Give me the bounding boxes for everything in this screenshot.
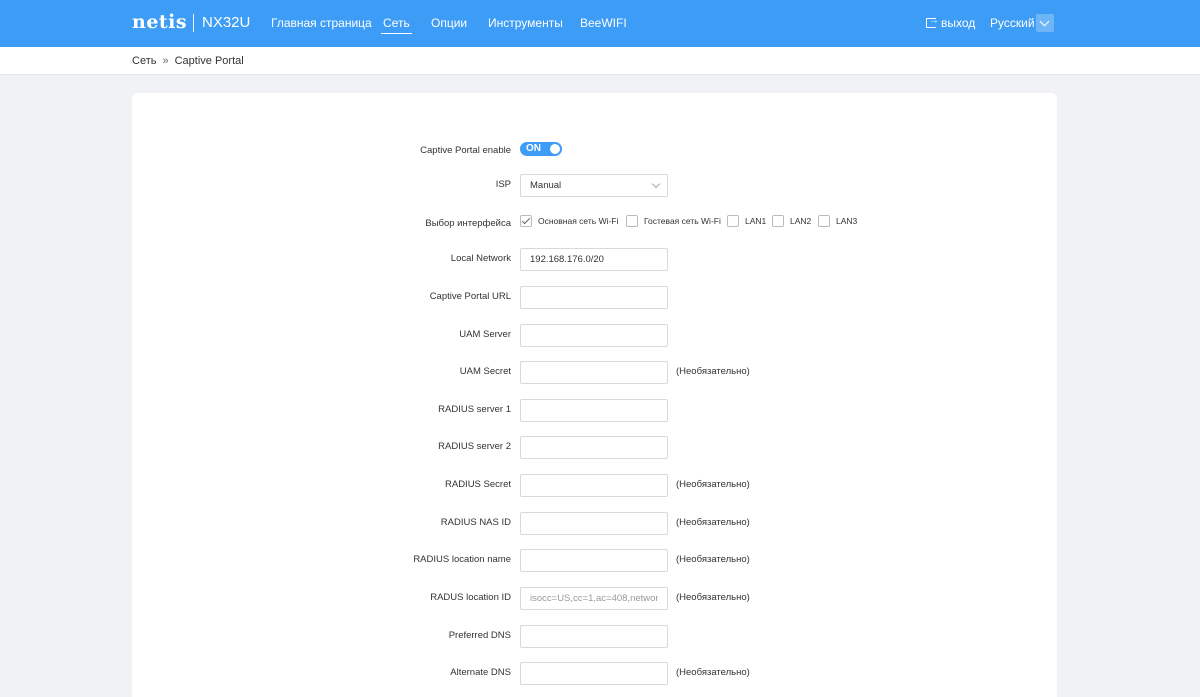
radius-location-name-label: RADIUS location name — [413, 554, 511, 565]
enable-label: Captive Portal enable — [420, 145, 511, 156]
nav-item-network[interactable]: Сеть — [381, 16, 412, 34]
checkbox-lan3-label: LAN3 — [836, 216, 858, 226]
alternate-dns-hint: (Необязательно) — [676, 667, 750, 678]
nav-item-options[interactable]: Опции — [431, 16, 467, 30]
checkbox-lan1-label: LAN1 — [745, 216, 767, 226]
radius-location-id-input[interactable] — [520, 587, 668, 610]
alternate-dns-input[interactable] — [520, 662, 668, 685]
radius-nas-id-hint: (Необязательно) — [676, 517, 750, 528]
radius-server-1-input[interactable] — [520, 399, 668, 422]
nav-item-home[interactable]: Главная страница — [271, 16, 372, 30]
uam-secret-row: UAM Secret (Необязательно) — [132, 361, 1057, 385]
language-select[interactable]: Русский — [990, 16, 1035, 30]
radius-server-1-row: RADIUS server 1 — [132, 399, 1057, 423]
interface-checkboxes: Основная сеть Wi-Fi Гостевая сеть Wi-Fi … — [520, 215, 1020, 231]
breadcrumb-bar: Сеть » Captive Portal — [0, 47, 1200, 75]
checkbox-lan2[interactable]: LAN2 — [772, 215, 811, 227]
radius-server-2-row: RADIUS server 2 — [132, 436, 1057, 460]
checkbox-guest-wifi[interactable]: Гостевая сеть Wi-Fi — [626, 215, 721, 227]
checkbox-lan3[interactable]: LAN3 — [818, 215, 857, 227]
alternate-dns-row: Alternate DNS (Необязательно) — [132, 662, 1057, 686]
logout-button[interactable]: выход — [926, 15, 976, 30]
radius-location-name-input[interactable] — [520, 549, 668, 572]
toggle-state: ON — [526, 143, 541, 154]
captive-portal-form: Captive Portal enable ON ISP Manual Выбо… — [132, 93, 1057, 697]
breadcrumb-separator: » — [162, 55, 169, 67]
radius-secret-row: RADIUS Secret (Необязательно) — [132, 474, 1057, 498]
breadcrumb-section[interactable]: Сеть — [132, 55, 156, 67]
uam-secret-input[interactable] — [520, 361, 668, 384]
checkbox-lan2-box[interactable] — [772, 215, 784, 227]
checkbox-main-wifi[interactable]: Основная сеть Wi-Fi — [520, 215, 618, 227]
alternate-dns-label: Alternate DNS — [450, 667, 511, 678]
radius-location-id-hint: (Необязательно) — [676, 592, 750, 603]
captive-portal-url-label: Captive Portal URL — [429, 291, 511, 302]
radius-location-name-hint: (Необязательно) — [676, 554, 750, 565]
logout-label: выход — [941, 16, 976, 30]
checkbox-guest-wifi-label: Гостевая сеть Wi-Fi — [644, 216, 721, 226]
enable-row: Captive Portal enable ON — [132, 140, 1057, 164]
local-network-row: Local Network — [132, 248, 1057, 272]
checkbox-lan2-label: LAN2 — [790, 216, 812, 226]
checkbox-lan1[interactable]: LAN1 — [727, 215, 766, 227]
checkbox-main-wifi-label: Основная сеть Wi-Fi — [538, 216, 619, 226]
uam-server-label: UAM Server — [459, 329, 511, 340]
captive-portal-toggle[interactable]: ON — [520, 142, 562, 156]
radius-server-2-label: RADIUS server 2 — [438, 441, 511, 452]
radius-secret-label: RADIUS Secret — [445, 479, 511, 490]
checkbox-main-wifi-box[interactable] — [520, 215, 532, 227]
nav-item-tools[interactable]: Инструменты — [488, 16, 563, 30]
radius-server-2-input[interactable] — [520, 436, 668, 459]
chevron-down-icon[interactable] — [1036, 14, 1054, 32]
chevron-down-icon — [651, 179, 661, 189]
captive-portal-url-input[interactable] — [520, 286, 668, 309]
radius-location-name-row: RADIUS location name (Необязательно) — [132, 549, 1057, 573]
radius-nas-id-label: RADIUS NAS ID — [440, 517, 511, 528]
radius-secret-input[interactable] — [520, 474, 668, 497]
captive-portal-url-row: Captive Portal URL — [132, 286, 1057, 310]
checkbox-lan1-box[interactable] — [727, 215, 739, 227]
isp-value: Manual — [530, 180, 562, 191]
nav-item-beewifi[interactable]: BeeWIFI — [580, 16, 627, 30]
radius-location-id-row: RADUS location ID (Необязательно) — [132, 587, 1057, 611]
uam-secret-hint: (Необязательно) — [676, 366, 750, 377]
preferred-dns-input[interactable] — [520, 625, 668, 648]
radius-nas-id-input[interactable] — [520, 512, 668, 535]
interface-row: Выбор интерфейса Основная сеть Wi-Fi Гос… — [132, 215, 1057, 239]
uam-server-row: UAM Server — [132, 324, 1057, 348]
local-network-label: Local Network — [450, 253, 511, 264]
checkbox-guest-wifi-box[interactable] — [626, 215, 638, 227]
isp-label: ISP — [495, 179, 511, 190]
radius-secret-hint: (Необязательно) — [676, 479, 750, 490]
interface-label: Выбор интерфейса — [425, 218, 511, 229]
uam-server-input[interactable] — [520, 324, 668, 347]
radius-server-1-label: RADIUS server 1 — [438, 404, 511, 415]
preferred-dns-label: Preferred DNS — [448, 630, 511, 641]
breadcrumb: Сеть » Captive Portal — [132, 55, 244, 67]
breadcrumb-page: Captive Portal — [174, 55, 244, 67]
checkbox-lan3-box[interactable] — [818, 215, 830, 227]
preferred-dns-row: Preferred DNS — [132, 625, 1057, 649]
top-bar: netis NX32U Главная страница Сеть Опции … — [0, 0, 1200, 47]
local-network-input[interactable] — [520, 248, 668, 271]
toggle-knob — [550, 144, 560, 154]
isp-row: ISP Manual — [132, 174, 1057, 198]
uam-secret-label: UAM Secret — [459, 366, 511, 377]
radius-nas-id-row: RADIUS NAS ID (Необязательно) — [132, 512, 1057, 536]
radius-location-id-label: RADUS location ID — [430, 592, 511, 603]
logout-icon — [926, 15, 939, 28]
isp-select[interactable]: Manual — [520, 174, 668, 197]
